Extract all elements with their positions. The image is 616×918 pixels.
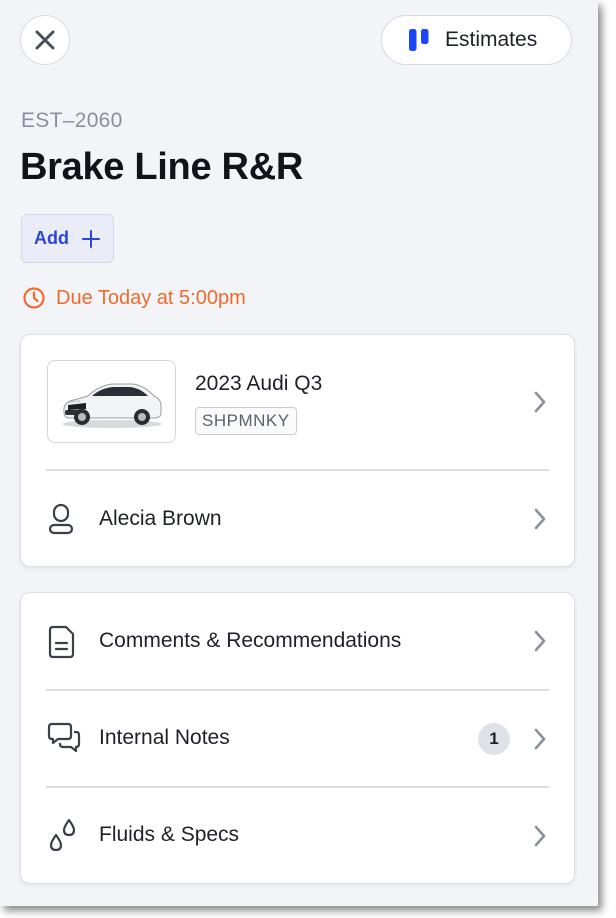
customer-name: Alecia Brown	[99, 507, 222, 530]
estimates-button-label: Estimates	[445, 28, 538, 51]
add-button[interactable]: Add	[21, 214, 114, 263]
document-icon	[48, 625, 75, 659]
sections-card: Comments & Recommendations Internal Note…	[20, 592, 575, 884]
customer-row[interactable]: Alecia Brown	[21, 471, 574, 567]
count-badge: 1	[478, 723, 510, 755]
chevron-right-icon	[534, 728, 546, 750]
add-button-label: Add	[34, 228, 69, 248]
clock-icon	[23, 287, 45, 309]
due-status: Due Today at 5:00pm	[22, 286, 246, 310]
person-icon	[48, 503, 74, 535]
chevron-right-icon	[534, 825, 546, 847]
list-item-label: Comments & Recommendations	[99, 629, 402, 652]
close-icon	[35, 30, 55, 50]
list-item-internal-notes[interactable]: Internal Notes 1	[21, 691, 574, 787]
list-item-label: Fluids & Specs	[99, 823, 240, 846]
vehicle-row[interactable]: 2023 Audi Q3 SHPMNKY	[21, 335, 574, 470]
chevron-right-icon	[534, 630, 546, 652]
vehicle-customer-card: 2023 Audi Q3 SHPMNKY Alecia Brown	[20, 334, 575, 567]
vehicle-name: 2023 Audi Q3	[195, 372, 323, 395]
license-plate: SHPMNKY	[195, 407, 297, 435]
car-image	[61, 383, 162, 428]
estimate-detail-panel: Estimates EST–2060 Brake Line R&R Add Du…	[0, 0, 598, 906]
vehicle-thumbnail	[47, 360, 176, 443]
list-item-fluids-specs[interactable]: Fluids & Specs	[21, 788, 574, 884]
list-item-comments[interactable]: Comments & Recommendations	[21, 593, 574, 690]
chat-bubbles-icon	[47, 722, 81, 753]
page-title: Brake Line R&R	[20, 146, 303, 188]
estimates-button[interactable]: Estimates	[381, 15, 572, 65]
chevron-right-icon	[534, 391, 546, 413]
chevron-right-icon	[534, 508, 546, 530]
droplets-icon	[49, 818, 76, 852]
estimate-id: EST–2060	[21, 109, 123, 132]
due-text: Due Today at 5:00pm	[56, 286, 246, 309]
list-item-label: Internal Notes	[99, 726, 230, 749]
board-columns-icon	[409, 29, 429, 51]
plus-icon	[82, 229, 100, 248]
close-button[interactable]	[20, 15, 70, 65]
